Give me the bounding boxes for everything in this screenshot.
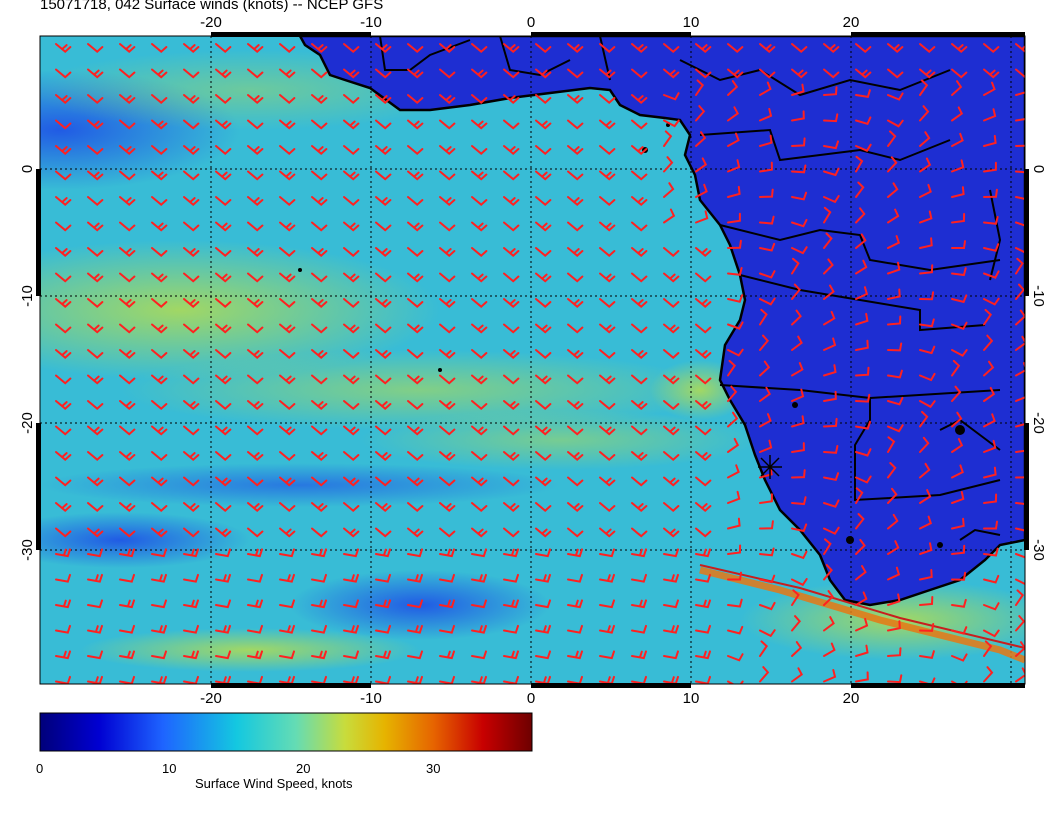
colorbar-tick: 0	[36, 761, 44, 776]
lat-ticks-right: 0 -10 -20 -30	[1030, 165, 1047, 561]
lon-ticks-bottom: -20 -10 0 10 20	[200, 690, 859, 707]
lon-tick-bottom: 20	[843, 690, 860, 707]
lat-tick-left: 0	[19, 165, 36, 173]
lat-tick-left: -10	[19, 285, 36, 307]
map-field	[40, 36, 1025, 684]
lon-tick-bottom: -20	[200, 690, 222, 707]
colorbar	[39, 712, 533, 752]
lat-ticks-left: 0 -10 -20 -30	[19, 165, 36, 561]
lat-tick-right: -10	[1030, 285, 1047, 307]
colorbar-tick: 10	[162, 761, 177, 776]
wind-map: -20 -10 0 10 20 -20 -10 0 10 20 0 -10 -2…	[19, 14, 1047, 752]
lat-tick-left: -20	[19, 412, 36, 434]
lon-tick-top: 10	[683, 14, 700, 31]
lat-tick-right: -20	[1030, 412, 1047, 434]
colorbar-tick: 20	[296, 761, 311, 776]
colorbar-label: Surface Wind Speed, knots	[195, 776, 353, 791]
lon-tick-top: 20	[843, 14, 860, 31]
lon-tick-top: -20	[200, 14, 222, 31]
colorbar-tick: 30	[426, 761, 441, 776]
lon-tick-bottom: 0	[527, 690, 535, 707]
lon-ticks-top: -20 -10 0 10 20	[200, 14, 859, 31]
lon-tick-bottom: -10	[360, 690, 382, 707]
location-marker	[758, 455, 782, 479]
lon-tick-top: -10	[360, 14, 382, 31]
lon-tick-top: 0	[527, 14, 535, 31]
lon-tick-bottom: 10	[683, 690, 700, 707]
lat-tick-right: -30	[1030, 539, 1047, 561]
lat-tick-right: 0	[1030, 165, 1047, 173]
lat-tick-left: -30	[19, 539, 36, 561]
